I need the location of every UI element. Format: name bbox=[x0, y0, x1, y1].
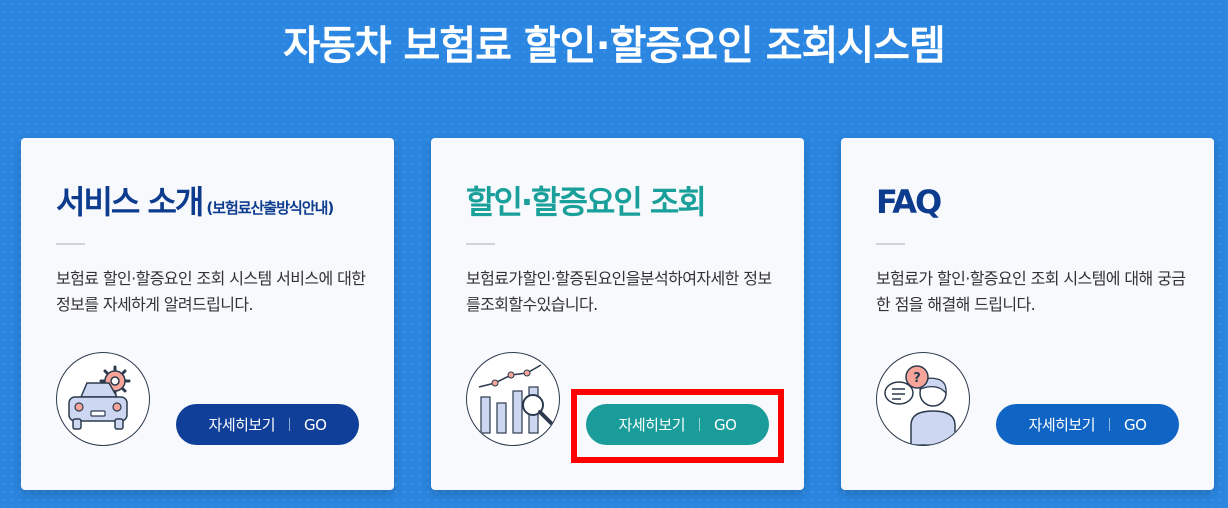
divider bbox=[466, 243, 495, 245]
card-description: 보험료가할인·할증된요인을분석하여자세한 정보를조회할수있습니다. bbox=[466, 269, 772, 314]
details-button[interactable]: 자세히보기 GO bbox=[176, 404, 359, 445]
card-description: 보험료가 할인·할증요인 조회 시스템에 대해 궁금한 점을 해결해 드립니다. bbox=[876, 269, 1186, 314]
card-title-text: 할인·할증요인 조회 bbox=[466, 183, 707, 221]
button-separator bbox=[1109, 418, 1111, 431]
page-title: 자동차 보험료 할인·할증요인 조회시스템 bbox=[283, 23, 946, 69]
go-label: GO bbox=[304, 415, 327, 434]
car-gear-icon bbox=[56, 352, 150, 446]
person-question-icon: ? bbox=[876, 352, 970, 446]
card-title: 서비스 소개 (보험료산출방식안내) bbox=[56, 180, 334, 230]
divider bbox=[876, 243, 905, 245]
service-intro-card: 서비스 소개 (보험료산출방식안내) 보험료 할인·할증요인 조회 시스템 서비스… bbox=[21, 138, 394, 490]
details-button-label: 자세히보기 bbox=[208, 416, 276, 434]
svg-text:?: ? bbox=[913, 371, 921, 386]
card-title-text: 서비스 소개 bbox=[56, 183, 204, 221]
details-button-label: 자세히보기 bbox=[1028, 416, 1096, 434]
card-title: FAQ bbox=[876, 180, 942, 224]
faq-card: FAQ 보험료가 할인·할증요인 조회 시스템에 대해 궁금한 점을 해결해 드… bbox=[841, 138, 1214, 490]
divider bbox=[56, 243, 85, 245]
button-separator bbox=[289, 418, 291, 431]
details-button[interactable]: 자세히보기 GO bbox=[996, 404, 1179, 445]
card-description: 보험료 할인·할증요인 조회 시스템 서비스에 대한 정보를 자세하게 알려드립… bbox=[56, 269, 366, 314]
card-title: 할인·할증요인 조회 bbox=[466, 180, 707, 224]
highlight-box bbox=[571, 389, 784, 463]
chart-magnifier-icon bbox=[466, 352, 560, 446]
go-label: GO bbox=[1124, 415, 1147, 434]
card-title-text: FAQ bbox=[876, 183, 942, 221]
card-subtitle: (보험료산출방식안내) bbox=[206, 199, 334, 217]
